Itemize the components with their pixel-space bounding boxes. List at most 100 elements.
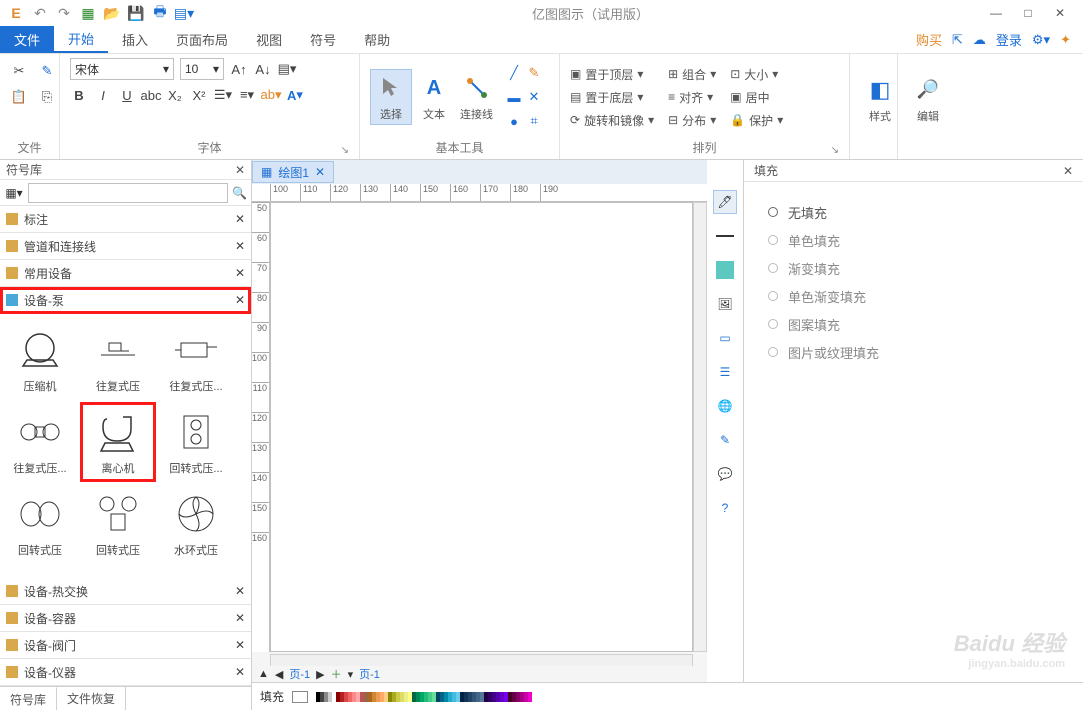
font-color-icon[interactable]: A▾: [286, 86, 304, 104]
cut-icon[interactable]: ✂: [10, 62, 28, 80]
undo-icon[interactable]: ↶: [32, 5, 48, 21]
new-icon[interactable]: ▦: [80, 5, 96, 21]
note-pane-icon[interactable]: ✎: [713, 428, 737, 452]
rotate-flip[interactable]: ⟳ 旋转和镜像 ▾: [570, 112, 654, 129]
close-button[interactable]: ✕: [1053, 6, 1067, 20]
page-pane-icon[interactable]: ▭: [713, 326, 737, 350]
redo-icon[interactable]: ↷: [56, 5, 72, 21]
rect-tool-icon[interactable]: ▬: [505, 88, 523, 106]
search-icon[interactable]: 🔍: [232, 186, 247, 200]
superscript2-icon[interactable]: X²: [190, 86, 208, 104]
anchor-tool-icon[interactable]: ✕: [525, 88, 543, 106]
italic-icon[interactable]: I: [94, 86, 112, 104]
send-back[interactable]: ▤ 置于底层 ▾: [570, 89, 654, 106]
save-icon[interactable]: 💾: [128, 5, 144, 21]
arrange-launcher-icon[interactable]: ↘: [831, 145, 839, 156]
lib-cat-2[interactable]: 常用设备✕: [0, 260, 251, 287]
lib-cat-1[interactable]: 管道和连接线✕: [0, 233, 251, 260]
crop-tool-icon[interactable]: ⌗: [525, 112, 543, 130]
help-pane-icon[interactable]: ?: [713, 496, 737, 520]
style-tool[interactable]: ◧样式: [860, 72, 900, 126]
tab-file[interactable]: 文件: [0, 26, 54, 53]
close-doc-icon[interactable]: ✕: [315, 165, 325, 179]
cloud-icon[interactable]: ☁: [973, 32, 986, 48]
fill-pane-icon[interactable]: 🖊: [713, 190, 737, 214]
lib-cat-6[interactable]: 设备-阀门✕: [0, 632, 251, 659]
fill-none[interactable]: 无填充: [768, 198, 1083, 226]
bottom-tab-library[interactable]: 符号库: [0, 687, 57, 710]
prev-page-icon[interactable]: ◀: [275, 668, 283, 681]
lib-cat-4[interactable]: 设备-热交换✕: [0, 578, 251, 605]
brush-icon[interactable]: ✎: [38, 62, 56, 80]
grow-font-icon[interactable]: A↑: [230, 60, 248, 78]
font-name-select[interactable]: 宋体▾: [70, 58, 174, 80]
web-pane-icon[interactable]: 🌐: [713, 394, 737, 418]
fill-gradient[interactable]: 渐变填充: [768, 254, 1083, 282]
lib-cat-0[interactable]: 标注✕: [0, 206, 251, 233]
shape-rotary-3[interactable]: 回转式压: [82, 486, 154, 562]
distribute[interactable]: ⊟ 分布 ▾: [668, 112, 716, 129]
tab-symbols[interactable]: 符号: [296, 26, 350, 53]
paste-icon[interactable]: 📋: [10, 88, 28, 106]
fill-picture[interactable]: 图片或纹理填充: [768, 338, 1083, 366]
subscript-icon[interactable]: X₂: [166, 86, 184, 104]
select-tool[interactable]: 选择: [370, 69, 412, 125]
app-switcher-icon[interactable]: ✦: [1060, 32, 1071, 48]
line-tool-icon[interactable]: ╱: [505, 64, 523, 82]
align[interactable]: ≡ 对齐 ▾: [668, 89, 716, 106]
shrink-font-icon[interactable]: A↓: [254, 60, 272, 78]
copy-icon[interactable]: ⎘: [38, 88, 56, 106]
connector-tool[interactable]: 连接线: [456, 70, 497, 124]
nofill-swatch[interactable]: [292, 691, 308, 703]
buy-link[interactable]: 购买: [916, 30, 942, 49]
page-indicator-left[interactable]: 页-1: [289, 666, 310, 682]
fill-pattern[interactable]: 图案填充: [768, 310, 1083, 338]
superscript-icon[interactable]: ▤▾: [278, 60, 296, 78]
highlight-icon[interactable]: ab▾: [262, 86, 280, 104]
scrollbar-vertical[interactable]: [693, 202, 707, 652]
text-tool[interactable]: A 文本: [414, 70, 454, 124]
tab-view[interactable]: 视图: [242, 26, 296, 53]
list-pane-icon[interactable]: ☰: [713, 360, 737, 384]
export-icon[interactable]: ▤▾: [176, 5, 192, 21]
share-icon[interactable]: ⇱: [952, 32, 963, 48]
print-icon[interactable]: 🖶: [152, 5, 168, 21]
doc-tab-1[interactable]: ▦绘图1✕: [252, 161, 334, 183]
shape-recip-2[interactable]: 往复式压...: [160, 322, 232, 398]
library-dropdown-icon[interactable]: ▦▾: [4, 186, 24, 200]
pencil-tool-icon[interactable]: ✎: [525, 64, 543, 82]
page-tab[interactable]: 页-1: [359, 666, 380, 682]
settings-icon[interactable]: ⚙▾: [1032, 32, 1050, 48]
close-fill-panel-icon[interactable]: ✕: [1063, 164, 1073, 178]
font-launcher-icon[interactable]: ↘: [341, 145, 349, 156]
lib-cat-7[interactable]: 设备-仪器✕: [0, 659, 251, 686]
bring-front[interactable]: ▣ 置于顶层 ▾: [570, 66, 654, 83]
comment-pane-icon[interactable]: 💬: [713, 462, 737, 486]
canvas[interactable]: [270, 202, 693, 652]
edit-tool[interactable]: 🔎编辑: [908, 72, 948, 126]
protect[interactable]: 🔒 保护 ▾: [730, 112, 783, 129]
group[interactable]: ⊞ 组合 ▾: [668, 66, 716, 83]
center[interactable]: ▣ 居中: [730, 89, 783, 106]
close-panel-icon[interactable]: ✕: [235, 163, 245, 177]
fill-solid-gradient[interactable]: 单色渐变填充: [768, 282, 1083, 310]
font-size-select[interactable]: 10▾: [180, 58, 224, 80]
shape-recip-1[interactable]: 往复式压: [82, 322, 154, 398]
login-link[interactable]: 登录: [996, 30, 1022, 49]
add-page-icon[interactable]: ＋: [331, 666, 342, 682]
bullets-icon[interactable]: ≡▾: [238, 86, 256, 104]
shape-water-ring[interactable]: 水环式压: [160, 486, 232, 562]
tab-insert[interactable]: 插入: [108, 26, 162, 53]
shape-rotary-1[interactable]: 回转式压...: [160, 404, 232, 480]
shape-compressor[interactable]: 压缩机: [4, 322, 76, 398]
color-palette[interactable]: [316, 692, 532, 702]
lib-cat-5[interactable]: 设备-容器✕: [0, 605, 251, 632]
tab-help[interactable]: 帮助: [350, 26, 404, 53]
maximize-button[interactable]: □: [1021, 6, 1035, 20]
underline-icon[interactable]: U: [118, 86, 136, 104]
line-spacing-icon[interactable]: ☰▾: [214, 86, 232, 104]
open-icon[interactable]: 📂: [104, 5, 120, 21]
strike-icon[interactable]: abc: [142, 86, 160, 104]
line-pane-icon[interactable]: [713, 224, 737, 248]
lib-cat-3[interactable]: 设备-泵✕: [0, 287, 251, 314]
